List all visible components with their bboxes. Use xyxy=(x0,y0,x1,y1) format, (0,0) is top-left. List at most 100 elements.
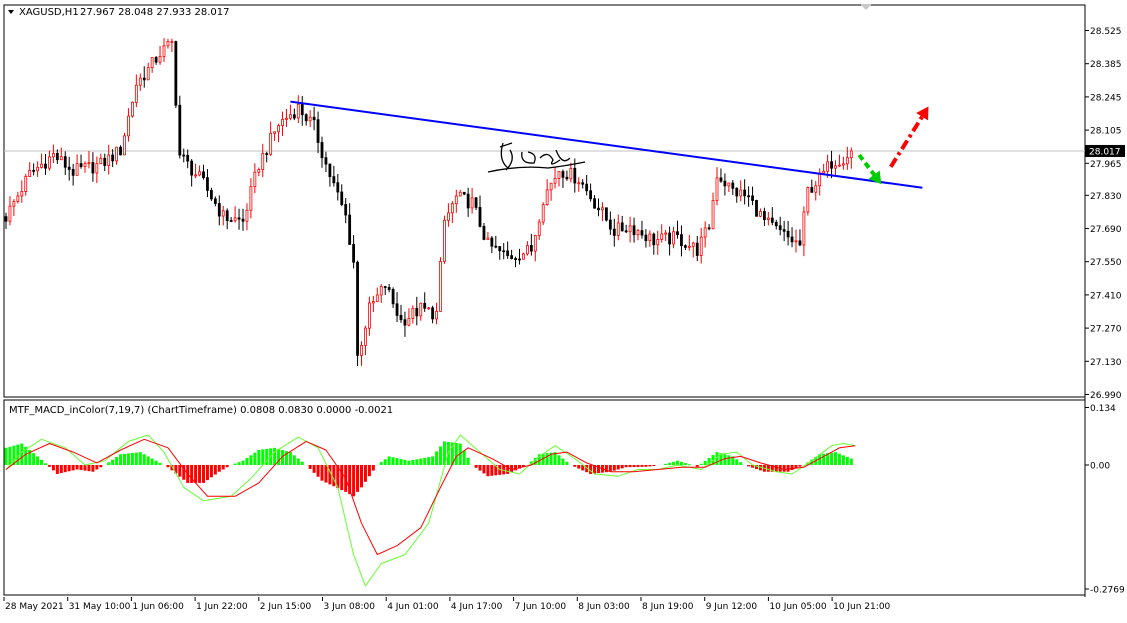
chart-canvas[interactable]: 28.525 28.385 28.245 28.105 27.965 27.830 27.6… xyxy=(0,0,1127,619)
candle-body xyxy=(300,103,304,116)
candle-body xyxy=(288,114,292,119)
histogram-bar xyxy=(154,460,158,465)
candle-body xyxy=(616,222,620,236)
candle-body xyxy=(624,230,628,233)
time-tick-label: 3 Jun 08:00 xyxy=(324,602,376,612)
candle-body xyxy=(478,206,482,227)
candle-body xyxy=(383,286,387,288)
histogram-bar xyxy=(411,459,415,465)
histogram-bar xyxy=(565,461,569,465)
candle-body xyxy=(818,172,822,187)
price-tick-label: 28.245 xyxy=(1090,93,1122,103)
histogram-bar xyxy=(514,465,518,471)
candle-body xyxy=(237,217,241,220)
histogram-bar xyxy=(454,443,458,465)
histogram-bar xyxy=(320,465,324,481)
candle-body xyxy=(786,230,790,238)
histogram-bar xyxy=(407,460,411,465)
histogram-bar xyxy=(158,462,162,465)
candle-body xyxy=(67,166,71,170)
candle-body xyxy=(802,211,806,246)
candle-body xyxy=(842,163,845,166)
histogram-bar xyxy=(561,458,565,465)
histogram-bar xyxy=(316,465,320,477)
candle-body xyxy=(494,245,498,248)
candle-body xyxy=(782,229,786,232)
candle-body xyxy=(134,84,138,103)
candle-body xyxy=(198,171,201,176)
price-tick-label: 28.525 xyxy=(1090,27,1122,37)
histogram-bar xyxy=(462,450,466,465)
histogram-bar xyxy=(837,453,841,465)
candle-body xyxy=(285,117,288,120)
histogram-bar xyxy=(786,465,790,472)
candle-body xyxy=(202,171,205,179)
candle-body xyxy=(324,157,328,165)
candle-body xyxy=(680,234,683,247)
candle-body xyxy=(755,200,758,217)
candle-body xyxy=(213,198,217,204)
histogram-bar xyxy=(32,453,36,465)
histogram-bar xyxy=(415,459,419,465)
histogram-bar xyxy=(845,456,849,465)
candle-body xyxy=(387,287,391,290)
candle-body xyxy=(652,233,656,246)
histogram-bar xyxy=(644,465,648,467)
candle-body xyxy=(581,182,585,185)
candle-body xyxy=(640,230,644,236)
candle-body xyxy=(28,169,32,177)
candle-body xyxy=(206,177,209,191)
histogram-bar xyxy=(324,465,328,483)
candle-body xyxy=(707,227,711,230)
price-tick-label: 26.990 xyxy=(1090,391,1122,401)
histogram-bar xyxy=(727,455,731,465)
candle-body xyxy=(352,244,356,263)
candle-body xyxy=(146,67,150,81)
candle-body xyxy=(577,182,581,185)
candle-body xyxy=(541,204,545,223)
candle-body xyxy=(154,57,158,63)
candle-body xyxy=(312,116,316,121)
candle-body xyxy=(391,289,395,305)
histogram-bar xyxy=(383,459,387,465)
histogram-bar xyxy=(699,463,703,465)
histogram-bar xyxy=(225,465,229,468)
histogram-bar xyxy=(545,453,549,465)
histogram-bar xyxy=(608,465,612,472)
histogram-bar xyxy=(217,465,221,472)
histogram-bar xyxy=(387,456,391,465)
candle-body xyxy=(411,308,415,319)
candle-body xyxy=(664,232,668,235)
candle-body xyxy=(269,132,273,155)
candle-body xyxy=(506,250,510,257)
candle-body xyxy=(790,236,794,243)
candle-body xyxy=(79,163,83,167)
histogram-bar xyxy=(391,457,395,465)
histogram-bar xyxy=(273,447,277,465)
histogram-bar xyxy=(466,457,470,465)
price-tick-label: 27.550 xyxy=(1090,258,1122,268)
histogram-bar xyxy=(142,454,146,465)
candle-body xyxy=(470,197,474,209)
candle-body xyxy=(739,189,743,197)
candle-body xyxy=(225,210,229,221)
candle-body xyxy=(620,222,624,232)
candle-body xyxy=(751,195,754,201)
histogram-bar xyxy=(8,446,12,465)
time-tick-label: 8 Jun 03:00 xyxy=(578,602,630,612)
candle-body xyxy=(466,193,470,209)
histogram-bar xyxy=(134,452,138,465)
histogram-bar xyxy=(138,452,142,465)
candle-body xyxy=(296,103,300,119)
candle-body xyxy=(12,201,16,207)
candle-body xyxy=(427,307,431,310)
histogram-bar xyxy=(130,452,134,465)
chart-window[interactable]: 28.525 28.385 28.245 28.105 27.965 27.830 27.6… xyxy=(0,0,1127,619)
histogram-bar xyxy=(640,465,644,467)
histogram-bar xyxy=(664,463,668,465)
candle-body xyxy=(320,142,324,159)
histogram-bar xyxy=(146,456,150,465)
histogram-bar xyxy=(59,465,63,474)
candle-body xyxy=(186,154,190,162)
candle-body xyxy=(660,233,664,240)
